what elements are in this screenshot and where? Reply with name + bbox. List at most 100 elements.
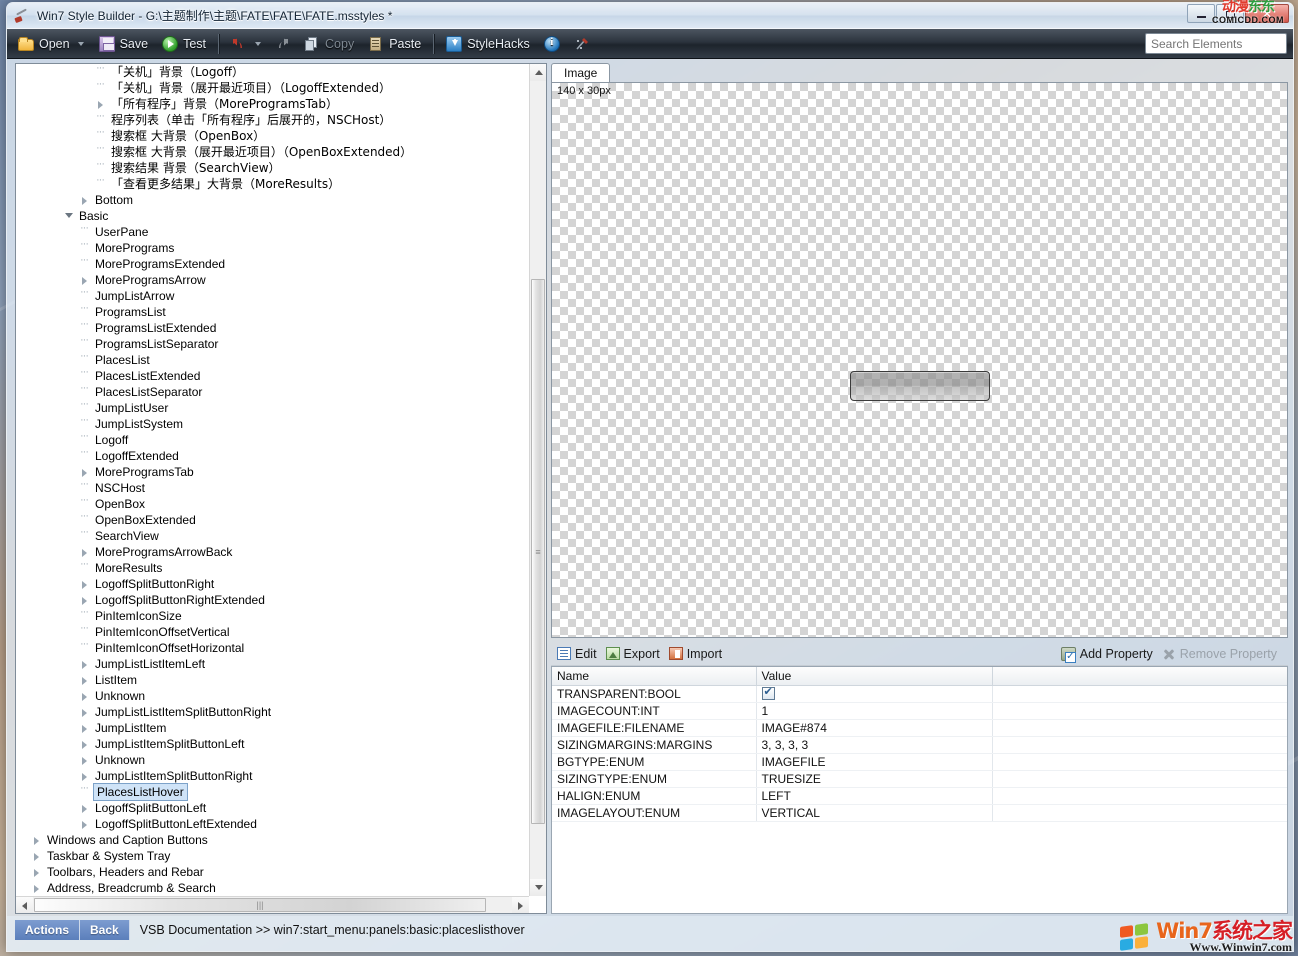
maximize-button[interactable] [1216,4,1244,23]
table-row[interactable]: IMAGECOUNT:INT1 [552,702,1287,719]
save-button[interactable]: Save [92,32,156,56]
table-row[interactable]: BGTYPE:ENUMIMAGEFILE [552,753,1287,770]
scroll-right-button[interactable] [512,897,529,914]
tree-item[interactable]: SearchView [16,528,529,544]
info-button[interactable] [537,32,567,56]
tree-item[interactable]: Unknown [16,688,529,704]
tree-item[interactable]: LogoffExtended [16,448,529,464]
table-row[interactable]: SIZINGMARGINS:MARGINS3, 3, 3, 3 [552,736,1287,753]
tree-item[interactable]: 搜索结果 背景（SearchView） [16,160,529,176]
tree-scroll-thumb[interactable]: ≡ [531,279,545,824]
chevron-right-icon[interactable] [31,832,45,848]
chevron-right-icon[interactable] [79,816,93,832]
tree-item[interactable]: MoreProgramsExtended [16,256,529,272]
column-header-value[interactable]: Value [756,667,992,685]
scroll-down-button[interactable] [530,879,547,896]
property-value-cell[interactable]: IMAGEFILE [756,753,992,770]
tree-item[interactable]: LogoffSplitButtonRightExtended [16,592,529,608]
chevron-right-icon[interactable] [31,864,45,880]
tree-item[interactable]: PinItemIconSize [16,608,529,624]
tree-item[interactable]: ProgramsListSeparator [16,336,529,352]
scroll-up-button[interactable] [530,64,547,81]
tree-item[interactable]: Address, Breadcrumb & Search [16,880,529,896]
tree-item[interactable]: Logoff [16,432,529,448]
tree-item[interactable]: 「关机」背景（Logoff） [16,64,529,80]
tree-item[interactable]: PlacesListExtended [16,368,529,384]
property-value-cell[interactable]: 1 [756,702,992,719]
tree-vertical-scrollbar[interactable]: ≡ [529,64,546,896]
table-row[interactable]: HALIGN:ENUMLEFT [552,787,1287,804]
search-input[interactable] [1146,35,1294,52]
chevron-right-icon[interactable] [79,192,93,208]
tree-item[interactable]: Windows and Caption Buttons [16,832,529,848]
tree-item[interactable]: UserPane [16,224,529,240]
tree-item[interactable]: Basic [16,208,529,224]
tree-item[interactable]: PlacesListSeparator [16,384,529,400]
tree-item[interactable]: JumpListArrow [16,288,529,304]
chevron-right-icon[interactable] [79,736,93,752]
paste-button[interactable]: Paste [361,32,428,56]
table-row[interactable]: IMAGEFILE:FILENAMEIMAGE#874 [552,719,1287,736]
tree-item[interactable]: JumpListItem [16,720,529,736]
stylehacks-button[interactable]: StyleHacks [439,32,537,56]
tree-item[interactable]: OpenBox [16,496,529,512]
remove-property-button[interactable]: Remove Property [1160,647,1284,661]
back-button[interactable]: Back [80,920,130,940]
table-row[interactable]: IMAGELAYOUT:ENUMVERTICAL [552,804,1287,821]
tree-item[interactable]: OpenBoxExtended [16,512,529,528]
tree-item[interactable]: 「关机」背景（展开最近项目）（LogoffExtended） [16,80,529,96]
tree-item[interactable]: PinItemIconOffsetVertical [16,624,529,640]
chevron-down-icon[interactable] [63,208,77,224]
export-button[interactable]: Export [604,647,667,661]
tree-item[interactable]: JumpListItemSplitButtonLeft [16,736,529,752]
tree-horizontal-scrollbar[interactable]: ||| [16,896,529,913]
checkbox-checked-icon[interactable] [762,687,775,700]
minimize-button[interactable] [1187,4,1215,23]
breadcrumb[interactable]: VSB Documentation >> win7:start_menu:pan… [140,923,525,937]
chevron-right-icon[interactable] [31,848,45,864]
table-row[interactable]: TRANSPARENT:BOOL [552,685,1287,702]
tree-item[interactable]: JumpListItemSplitButtonRight [16,768,529,784]
chevron-right-icon[interactable] [31,880,45,896]
search-box[interactable] [1145,33,1287,54]
tab-image[interactable]: Image [551,63,610,82]
property-value-cell[interactable]: IMAGE#874 [756,719,992,736]
tree-item[interactable]: PinItemIconOffsetHorizontal [16,640,529,656]
column-header-name[interactable]: Name [552,667,756,685]
chevron-right-icon[interactable] [79,800,93,816]
tree-hscroll-thumb[interactable]: ||| [34,898,486,912]
tree-item[interactable]: ProgramsListExtended [16,320,529,336]
property-value-cell[interactable]: TRUESIZE [756,770,992,787]
tree-item[interactable]: ProgramsList [16,304,529,320]
tree-item[interactable]: PlacesList [16,352,529,368]
tree-item[interactable]: PlacesListHover [16,784,529,800]
tree-item[interactable]: 程序列表（单击「所有程序」后展开的，NSCHost） [16,112,529,128]
chevron-right-icon[interactable] [79,656,93,672]
edit-button[interactable]: Edit [555,647,604,661]
tree-item[interactable]: 搜索框 大背景（OpenBox） [16,128,529,144]
tree-item[interactable]: MoreProgramsArrow [16,272,529,288]
chevron-right-icon[interactable] [79,704,93,720]
test-button[interactable]: Test [155,32,213,56]
actions-button[interactable]: Actions [15,920,80,940]
tree-item[interactable]: MorePrograms [16,240,529,256]
copy-button[interactable]: Copy [297,32,361,56]
tree-item[interactable]: Bottom [16,192,529,208]
tree-item[interactable]: MoreProgramsTab [16,464,529,480]
chevron-right-icon[interactable] [79,720,93,736]
table-row[interactable]: SIZINGTYPE:ENUMTRUESIZE [552,770,1287,787]
image-preview[interactable]: 140 x 30px [551,82,1288,638]
tree-item[interactable]: LogoffSplitButtonLeftExtended [16,816,529,832]
tree-item[interactable]: JumpListListItemLeft [16,656,529,672]
undo-button[interactable] [224,32,254,56]
tree-item[interactable]: JumpListSystem [16,416,529,432]
chevron-right-icon[interactable] [79,688,93,704]
tree-item[interactable]: JumpListListItemSplitButtonRight [16,704,529,720]
property-value-cell[interactable]: 3, 3, 3, 3 [756,736,992,753]
tree-item[interactable]: ListItem [16,672,529,688]
tree-item[interactable]: NSCHost [16,480,529,496]
tree-item[interactable]: 搜索框 大背景（展开最近项目）（OpenBoxExtended） [16,144,529,160]
tree-item[interactable]: Toolbars, Headers and Rebar [16,864,529,880]
tree-item[interactable]: Taskbar & System Tray [16,848,529,864]
property-value-cell[interactable]: VERTICAL [756,804,992,821]
